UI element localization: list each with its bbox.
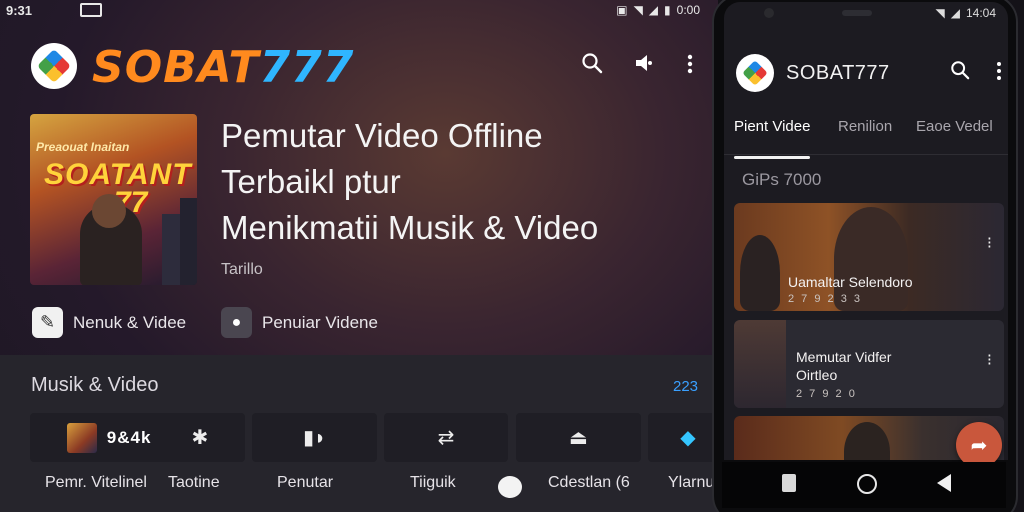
home-button[interactable] [857, 474, 877, 494]
speaker-grille [842, 10, 872, 16]
thumbnail-person [844, 422, 890, 460]
phone-nav-bar [722, 462, 1006, 508]
status-bar: 9:31 ▣ ◥ ◢ ▮ 0:00 [0, 0, 718, 22]
wifi-icon: ◥ [935, 6, 945, 20]
category-tile[interactable]: ⇄ [384, 413, 508, 462]
brand-part-2: 777 [259, 42, 355, 93]
thumbnail-image [66, 422, 97, 453]
action-button-1[interactable]: ✎ Nenuk & Videe [32, 307, 186, 338]
tablet-app: 9:31 ▣ ◥ ◢ ▮ 0:00 SOBAT777 Preaouat Inai… [0, 0, 718, 512]
tile-caption: Taotine [168, 474, 220, 491]
section-count[interactable]: 223 [673, 378, 698, 395]
more-options-icon[interactable] [994, 60, 1004, 88]
chat-bubble-icon: ◆ [680, 427, 696, 449]
phone-status-bar: ◥ ◢ 14:04 [724, 2, 1008, 26]
video-card[interactable]: Uamaltar Selendoro 2 7 9 2 3 3 ⁝ [734, 203, 1004, 311]
home-indicator[interactable] [498, 476, 522, 498]
logo-icon [37, 49, 71, 83]
more-icon[interactable]: ⁝ [987, 350, 992, 370]
divider [724, 154, 1008, 155]
sync-icon: ⇄ [437, 427, 455, 449]
action-button-2[interactable]: ● Penuiar Videne [221, 307, 378, 338]
logo-icon [742, 60, 768, 86]
active-tab-indicator [734, 156, 810, 159]
app-logo[interactable] [31, 43, 77, 89]
battery-icon: ▮ [664, 3, 671, 17]
more-options-icon[interactable] [678, 52, 702, 76]
brand-part-1: SOBAT [92, 42, 260, 93]
cast-speaker-icon[interactable] [632, 52, 656, 76]
status-time: 9:31 [6, 3, 33, 18]
phone-status-icons: ◥ ◢ 14:04 [936, 6, 997, 20]
more-icon[interactable]: ⁝ [987, 233, 992, 253]
action-label: Nenuk & Videe [73, 312, 187, 332]
vibrate-icon: ▣ [616, 3, 628, 17]
tab-2[interactable]: Eaoe Vedel [916, 118, 993, 135]
tile-caption: Pemr. Vitelinel [45, 474, 147, 491]
brand-title: SOBAT777 [92, 42, 354, 93]
eject-icon: ⏏ [569, 427, 588, 449]
category-tile[interactable]: 9&4k ✱ [30, 413, 245, 462]
poster-figure-head [92, 194, 126, 228]
puzzle-icon: ✱ [191, 427, 209, 449]
back-button[interactable] [937, 474, 951, 492]
search-icon[interactable] [580, 52, 604, 76]
search-icon[interactable] [950, 60, 970, 86]
video-meta: 2 7 9 2 3 3 [788, 293, 862, 305]
tile-caption: Tiiguik [410, 474, 456, 491]
phone-app-logo[interactable] [736, 54, 774, 92]
phone-brand: SOBAT777 [786, 62, 890, 84]
thumbnail-image [734, 320, 786, 408]
signal-icon: ◢ [950, 6, 960, 20]
poster-building [162, 214, 182, 285]
tile-caption: Cdestlan (6 [548, 474, 630, 491]
category-tile[interactable]: ▮◗ [252, 413, 377, 462]
poster-text-top: Preaouat Inaitan [36, 140, 130, 154]
tab-1[interactable]: Renilion [838, 118, 892, 135]
wifi-icon: ◥ [633, 3, 643, 17]
video-meta: 2 7 9 2 0 [796, 388, 857, 400]
overview-button[interactable] [782, 474, 796, 492]
signal-icon: ◢ [648, 3, 659, 17]
hero-subtitle: Tarillo [221, 261, 263, 278]
poster-building [180, 198, 197, 285]
phone-screen: ◥ ◢ 14:04 SOBAT777 Pient Videe Renilion … [724, 2, 1008, 460]
hero-title-line: Pemutar Video Offline [221, 117, 543, 154]
action-label: Penuiar Videne [262, 312, 378, 332]
thumbnail-person [740, 235, 780, 311]
video-title: Uamaltar Selendoro [788, 274, 913, 290]
tile-caption: Ylarnu [668, 474, 715, 491]
video-card[interactable]: Memutar Vidfer Oirtleo 2 7 9 2 0 ⁝ [734, 320, 1004, 408]
sort-label[interactable]: GiPs 7000 [742, 170, 821, 190]
chat-icon: ● [221, 307, 252, 338]
category-tile[interactable]: ◆ [648, 413, 718, 462]
hero-title: Pemutar Video Offline Terbaikl ptur Meni… [221, 113, 701, 251]
phone-status-time: 14:04 [965, 6, 996, 20]
featured-poster[interactable]: Preaouat Inaitan SOATANT 77 [30, 114, 197, 285]
tab-0[interactable]: Pient Videe [734, 118, 810, 135]
camera-icon [764, 8, 774, 18]
section-title: Musik & Video [31, 374, 159, 396]
hero-title-line: Terbaikl ptur [221, 163, 401, 200]
video-title: Memutar Vidfer Oirtleo [796, 349, 892, 383]
category-tile[interactable]: ⏏ [516, 413, 641, 462]
cast-icon [80, 3, 102, 17]
tile-caption: Penutar [277, 474, 334, 491]
media-icon: ▮◗ [302, 427, 327, 449]
pencil-icon: ✎ [32, 307, 63, 338]
hero-title-line: Menikmatii Musik & Video [221, 209, 599, 246]
status-icons: ▣ ◥ ◢ ▮ 0:00 [616, 3, 700, 17]
status-right-text: 0:00 [676, 3, 700, 17]
phone-tabs: Pient Videe Renilion Eaoe Vedel [724, 110, 1008, 159]
tile-label: 9&4k [106, 427, 152, 447]
